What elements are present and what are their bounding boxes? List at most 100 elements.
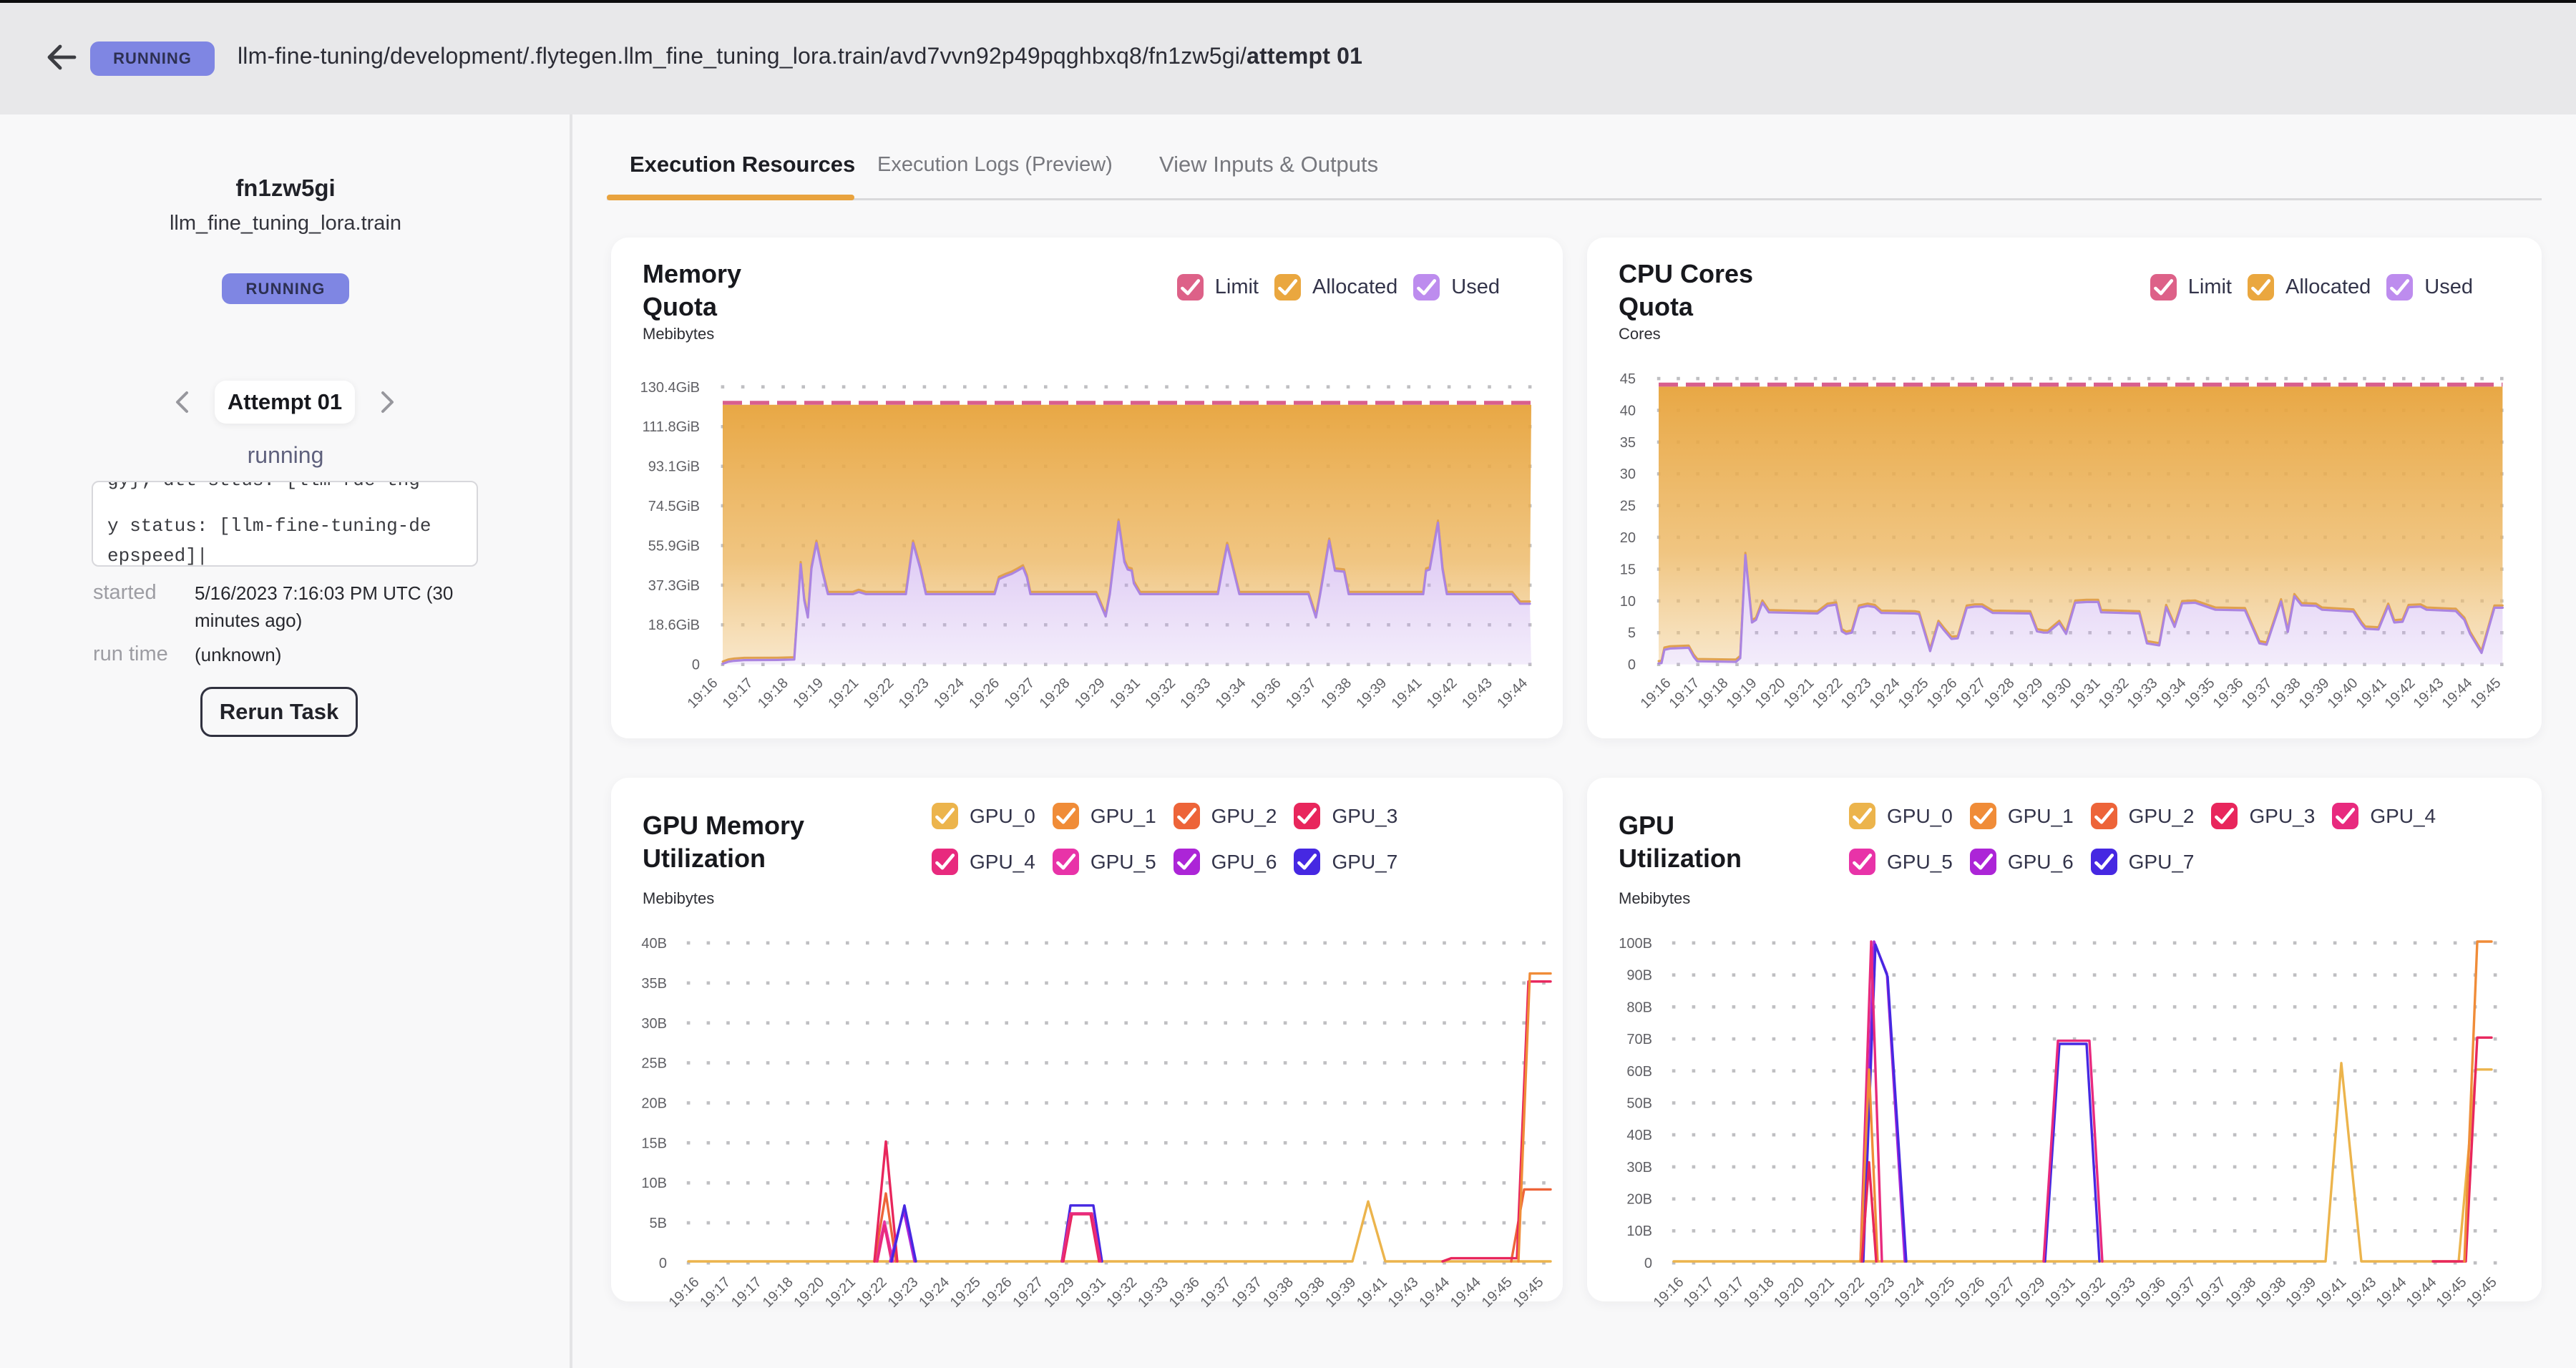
- svg-text:19:24: 19:24: [916, 1274, 952, 1311]
- svg-text:19:23: 19:23: [885, 1274, 922, 1311]
- svg-text:15B: 15B: [641, 1135, 667, 1151]
- svg-text:19:42: 19:42: [1424, 675, 1460, 712]
- svg-text:19:16: 19:16: [1638, 675, 1674, 712]
- svg-text:30B: 30B: [641, 1016, 667, 1032]
- svg-text:19:23: 19:23: [1861, 1274, 1898, 1311]
- svg-text:19:18: 19:18: [760, 1274, 796, 1311]
- svg-text:19:20: 19:20: [791, 1274, 827, 1311]
- svg-text:19:38: 19:38: [1318, 675, 1355, 712]
- svg-text:30: 30: [1620, 466, 1636, 482]
- svg-text:19:37: 19:37: [2162, 1274, 2199, 1311]
- svg-text:19:32: 19:32: [1103, 1274, 1140, 1311]
- svg-text:19:16: 19:16: [1651, 1274, 1687, 1311]
- svg-text:19:44: 19:44: [1416, 1274, 1453, 1311]
- svg-text:18.6GiB: 18.6GiB: [648, 617, 700, 633]
- svg-text:19:44: 19:44: [1494, 675, 1531, 712]
- svg-text:19:39: 19:39: [2283, 1274, 2319, 1311]
- svg-text:19:31: 19:31: [1073, 1274, 1109, 1311]
- svg-text:19:21: 19:21: [1781, 675, 1818, 712]
- svg-text:19:27: 19:27: [1001, 675, 1038, 712]
- svg-text:19:19: 19:19: [790, 675, 826, 712]
- svg-text:19:24: 19:24: [1867, 675, 1903, 712]
- svg-text:19:41: 19:41: [1389, 675, 1425, 712]
- svg-text:19:37: 19:37: [1198, 1274, 1234, 1311]
- svg-text:25: 25: [1620, 499, 1636, 514]
- svg-text:19:20: 19:20: [1752, 675, 1789, 712]
- svg-text:19:37: 19:37: [1229, 1274, 1265, 1311]
- svg-text:19:37: 19:37: [2239, 675, 2275, 712]
- svg-text:10B: 10B: [1626, 1223, 1652, 1239]
- svg-text:19:38: 19:38: [2268, 675, 2304, 712]
- svg-text:40: 40: [1620, 403, 1636, 419]
- svg-text:19:27: 19:27: [1953, 675, 1989, 712]
- svg-text:19:26: 19:26: [1924, 675, 1961, 712]
- svg-text:19:21: 19:21: [825, 675, 862, 712]
- svg-text:25B: 25B: [641, 1056, 667, 1072]
- svg-text:40B: 40B: [641, 936, 667, 952]
- svg-text:19:18: 19:18: [1741, 1274, 1777, 1311]
- svg-text:19:32: 19:32: [1142, 675, 1179, 712]
- svg-text:19:25: 19:25: [947, 1274, 984, 1311]
- svg-text:19:33: 19:33: [2124, 675, 2161, 712]
- svg-text:19:38: 19:38: [1292, 1274, 1328, 1311]
- svg-text:19:24: 19:24: [1891, 1274, 1928, 1311]
- svg-text:19:32: 19:32: [2096, 675, 2132, 712]
- svg-text:0: 0: [692, 658, 700, 673]
- svg-text:19:27: 19:27: [1010, 1274, 1046, 1311]
- svg-text:19:22: 19:22: [1810, 675, 1846, 712]
- svg-text:19:26: 19:26: [979, 1274, 1015, 1311]
- svg-text:19:22: 19:22: [854, 1274, 890, 1311]
- svg-text:19:36: 19:36: [2132, 1274, 2169, 1311]
- svg-text:0: 0: [1628, 658, 1636, 673]
- svg-text:19:39: 19:39: [2296, 675, 2333, 712]
- svg-text:10B: 10B: [641, 1176, 667, 1191]
- svg-text:19:31: 19:31: [2067, 675, 2104, 712]
- svg-text:19:43: 19:43: [2411, 675, 2447, 712]
- svg-text:19:28: 19:28: [1037, 675, 1073, 712]
- svg-text:19:40: 19:40: [2325, 675, 2361, 712]
- svg-text:93.1GiB: 93.1GiB: [648, 459, 700, 475]
- svg-text:19:17: 19:17: [1667, 675, 1703, 712]
- svg-text:19:21: 19:21: [1801, 1274, 1838, 1311]
- svg-text:19:34: 19:34: [2153, 675, 2190, 712]
- svg-text:19:17: 19:17: [1681, 1274, 1717, 1311]
- svg-text:19:33: 19:33: [1135, 1274, 1171, 1311]
- svg-text:19:31: 19:31: [1107, 675, 1143, 712]
- svg-text:45: 45: [1620, 371, 1636, 387]
- svg-text:19:39: 19:39: [1353, 675, 1390, 712]
- svg-text:19:23: 19:23: [896, 675, 932, 712]
- svg-text:19:44: 19:44: [2404, 1274, 2440, 1311]
- svg-text:35: 35: [1620, 435, 1636, 451]
- svg-text:19:44: 19:44: [2373, 1274, 2410, 1311]
- svg-text:19:29: 19:29: [2012, 1274, 2049, 1311]
- svg-text:111.8GiB: 111.8GiB: [643, 419, 700, 435]
- svg-text:19:30: 19:30: [2039, 675, 2075, 712]
- svg-text:19:43: 19:43: [1459, 675, 1496, 712]
- svg-text:30B: 30B: [1626, 1160, 1652, 1176]
- svg-text:19:28: 19:28: [1981, 675, 2018, 712]
- svg-text:19:22: 19:22: [1831, 1274, 1868, 1311]
- svg-text:19:41: 19:41: [1354, 1274, 1390, 1311]
- svg-text:15: 15: [1620, 562, 1636, 577]
- svg-text:0: 0: [659, 1256, 667, 1271]
- svg-text:19:20: 19:20: [1771, 1274, 1807, 1311]
- svg-text:19:26: 19:26: [966, 675, 1002, 712]
- svg-text:19:25: 19:25: [1896, 675, 1932, 712]
- svg-text:19:33: 19:33: [2102, 1274, 2139, 1311]
- svg-text:19:36: 19:36: [1248, 675, 1284, 712]
- svg-text:55.9GiB: 55.9GiB: [648, 538, 700, 554]
- svg-text:130.4GiB: 130.4GiB: [640, 380, 700, 396]
- svg-text:80B: 80B: [1626, 1000, 1652, 1015]
- svg-text:19:34: 19:34: [1213, 675, 1249, 712]
- svg-text:19:16: 19:16: [685, 675, 721, 712]
- svg-text:19:38: 19:38: [2223, 1274, 2259, 1311]
- svg-text:19:19: 19:19: [1724, 675, 1760, 712]
- svg-text:19:22: 19:22: [861, 675, 897, 712]
- svg-text:19:41: 19:41: [2353, 675, 2390, 712]
- svg-text:19:33: 19:33: [1177, 675, 1214, 712]
- svg-text:19:37: 19:37: [2192, 1274, 2229, 1311]
- svg-text:19:39: 19:39: [1322, 1274, 1359, 1311]
- svg-text:37.3GiB: 37.3GiB: [648, 578, 700, 594]
- svg-text:19:36: 19:36: [2210, 675, 2247, 712]
- svg-text:50B: 50B: [1626, 1096, 1652, 1112]
